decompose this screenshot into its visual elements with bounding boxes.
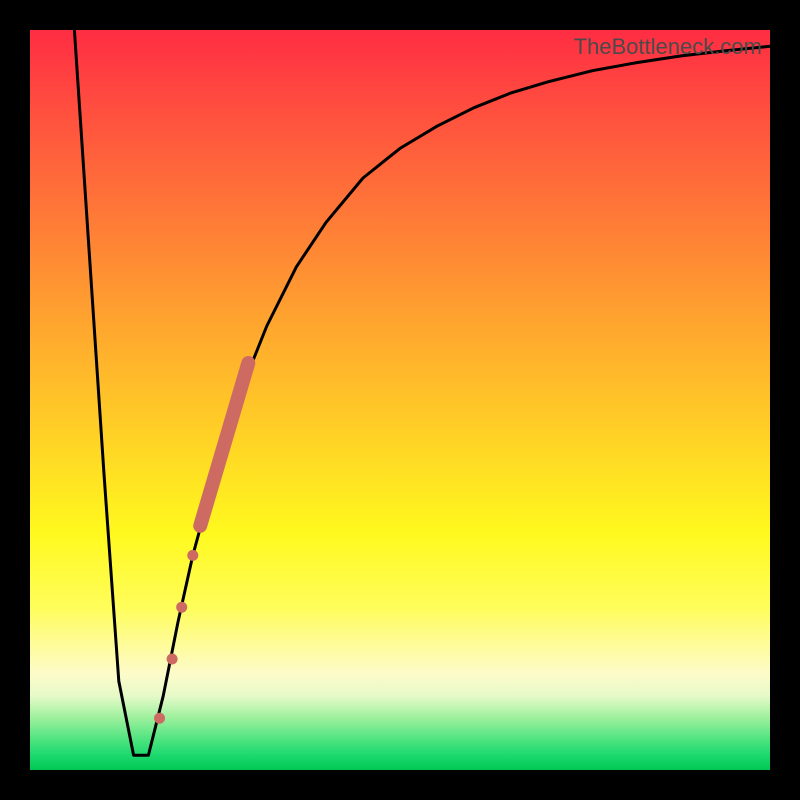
marker-dot <box>176 602 187 613</box>
plot-area: TheBottleneck.com <box>30 30 770 770</box>
chart-svg <box>30 30 770 770</box>
chart-frame: TheBottleneck.com <box>0 0 800 800</box>
watermark-text: TheBottleneck.com <box>574 34 762 60</box>
curve-layer <box>74 30 770 755</box>
marker-dot <box>187 550 198 561</box>
marker-thick-segment <box>200 363 248 526</box>
marker-dot <box>154 713 165 724</box>
marker-dot <box>167 654 178 665</box>
bottleneck-curve <box>74 30 770 755</box>
